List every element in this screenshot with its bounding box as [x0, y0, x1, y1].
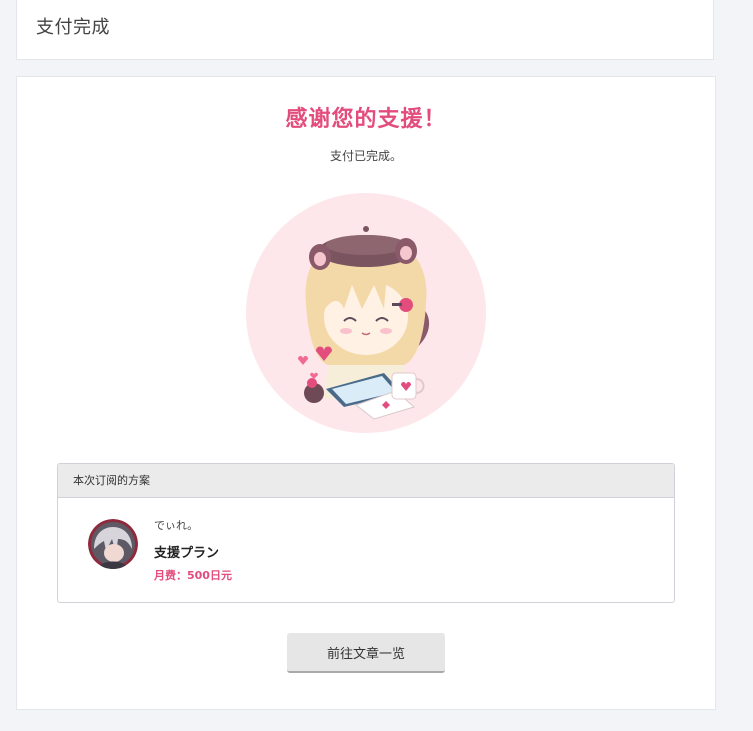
- thanks-subtitle: 支付已完成。: [329, 149, 402, 163]
- payment-complete-card: 感谢您的支援！ 支付已完成。 本次订阅的方案 でぃれ。 支援プラン 月费：500…: [16, 76, 716, 710]
- plan-section-label: 本次订阅的方案: [58, 464, 674, 498]
- creator-avatar: [88, 519, 138, 569]
- page-title: 支付完成: [36, 17, 110, 38]
- page-header: 支付完成: [16, 0, 714, 60]
- mascot-illustration: [246, 193, 486, 433]
- creator-name[interactable]: でぃれ。: [154, 517, 198, 533]
- subscription-plan-box: 本次订阅的方案 でぃれ。 支援プラン 月费：500日元: [57, 463, 675, 603]
- plan-price: 月费：500日元: [154, 569, 232, 582]
- back-to-articles-button[interactable]: 前往文章一览: [287, 633, 445, 673]
- plan-name: 支援プラン: [154, 546, 220, 561]
- thanks-title: 感谢您的支援！: [285, 107, 447, 132]
